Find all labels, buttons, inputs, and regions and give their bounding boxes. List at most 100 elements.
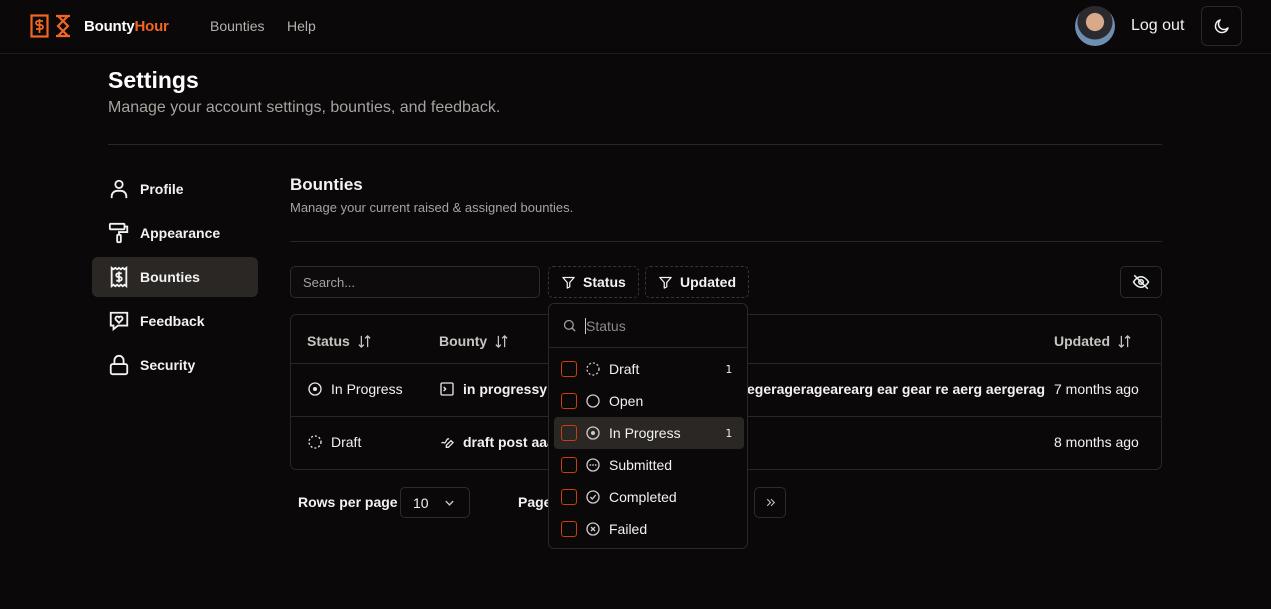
dots-circle-icon: [586, 458, 600, 472]
search-icon: [563, 319, 576, 332]
lock-icon: [109, 354, 129, 376]
eye-off-icon: [1132, 274, 1150, 290]
last-page-button[interactable]: [754, 487, 786, 518]
chevron-down-icon: [445, 500, 454, 506]
sidebar-item-label: Bounties: [140, 269, 200, 285]
option-label: Open: [609, 393, 644, 409]
checkbox[interactable]: [561, 489, 577, 505]
chevrons-right-icon: [766, 498, 775, 507]
rows-per-page-value: 10: [413, 494, 429, 511]
bountyhour-logo-icon: [30, 14, 70, 38]
brand-logo[interactable]: BountyHour: [30, 14, 169, 38]
logout-button[interactable]: Log out: [1131, 17, 1184, 35]
option-label: Completed: [609, 489, 677, 505]
status-filter-button[interactable]: Status: [548, 266, 639, 298]
status-option-draft[interactable]: Draft 1: [554, 353, 744, 385]
sort-icon: [495, 334, 508, 348]
option-label: Failed: [609, 521, 648, 537]
status-filter-label: Status: [583, 274, 626, 290]
page-title: Settings: [108, 67, 199, 93]
column-header-label: Bounty: [439, 333, 488, 349]
sidebar-item-label: Profile: [140, 181, 184, 197]
section-title: Bounties: [290, 175, 363, 194]
filter-icon: [562, 276, 575, 289]
pencil-scribble-icon: [441, 438, 454, 448]
bounty-cell[interactable]: in progressy f: [439, 381, 556, 397]
status-text: Draft: [331, 434, 362, 450]
status-cell: In Progress: [307, 381, 403, 397]
terminal-icon: [440, 382, 454, 396]
updated-cell: 7 months ago: [1054, 381, 1139, 397]
sidebar-item-label: Appearance: [140, 225, 221, 241]
sidebar-item-security[interactable]: Security: [92, 345, 258, 385]
sidebar-item-label: Feedback: [140, 313, 205, 329]
option-label: In Progress: [609, 425, 681, 441]
top-header: BountyHour Bounties Help Log out: [0, 0, 1271, 54]
status-dropdown-search[interactable]: Status: [549, 304, 747, 348]
in-progress-icon: [586, 426, 600, 440]
checkbox[interactable]: [561, 361, 577, 377]
column-header-status[interactable]: Status: [307, 333, 372, 349]
draft-dashed-circle-icon: [308, 435, 322, 449]
status-search-placeholder: Status: [585, 317, 626, 334]
circle-icon: [586, 394, 600, 408]
status-filter-dropdown: Status Draft 1 Open In Progress 1 Submit…: [548, 303, 748, 549]
updated-filter-label: Updated: [680, 274, 736, 290]
brand-name: BountyHour: [84, 18, 169, 35]
column-header-label: Status: [307, 333, 350, 349]
sort-icon: [1118, 334, 1131, 348]
status-option-in-progress[interactable]: In Progress 1: [554, 417, 744, 449]
column-visibility-button[interactable]: [1120, 266, 1162, 298]
sidebar-item-label: Security: [140, 357, 196, 373]
status-option-completed[interactable]: Completed: [554, 481, 744, 513]
nav-help-link[interactable]: Help: [287, 18, 316, 34]
updated-cell: 8 months ago: [1054, 434, 1139, 450]
draft-dashed-circle-icon: [586, 362, 600, 376]
bounty-title: draft post aaa: [463, 434, 555, 450]
updated-filter-button[interactable]: Updated: [645, 266, 749, 298]
status-option-failed[interactable]: Failed: [554, 513, 744, 545]
status-option-submitted[interactable]: Submitted: [554, 449, 744, 481]
receipt-dollar-icon: [110, 266, 128, 288]
check-circle-icon: [586, 490, 600, 504]
bounty-search-input[interactable]: [290, 266, 540, 298]
status-cell: Draft: [307, 434, 361, 450]
bounty-title: in progressy f: [463, 381, 556, 397]
section-divider: [290, 241, 1162, 242]
sidebar-item-bounties[interactable]: Bounties: [92, 257, 258, 297]
paint-roller-icon: [108, 222, 129, 244]
brand-name-part2: Hour: [134, 17, 169, 35]
moon-icon: [1214, 19, 1229, 34]
option-count: 1: [725, 362, 732, 376]
theme-toggle-button[interactable]: [1201, 6, 1242, 46]
section-subtitle: Manage your current raised & assigned bo…: [290, 200, 574, 215]
checkbox[interactable]: [561, 521, 577, 537]
column-header-updated[interactable]: Updated: [1054, 333, 1132, 349]
rows-per-page-select[interactable]: 10: [400, 487, 470, 518]
bounty-cell[interactable]: draft post aaa: [439, 434, 555, 450]
option-count: 1: [725, 426, 732, 440]
brand-name-part1: Bounty: [84, 17, 135, 35]
sidebar-item-feedback[interactable]: Feedback: [92, 301, 258, 341]
user-avatar[interactable]: [1075, 6, 1115, 46]
filter-icon: [659, 276, 672, 289]
sidebar-item-profile[interactable]: Profile: [92, 169, 258, 209]
page-divider: [108, 144, 1162, 145]
user-icon: [110, 179, 128, 199]
checkbox[interactable]: [561, 457, 577, 473]
checkbox[interactable]: [561, 425, 577, 441]
checkbox[interactable]: [561, 393, 577, 409]
option-label: Draft: [609, 361, 640, 377]
status-option-open[interactable]: Open: [554, 385, 744, 417]
x-circle-icon: [586, 522, 600, 536]
page-indicator: Page: [518, 494, 552, 510]
sidebar-item-appearance[interactable]: Appearance: [92, 213, 258, 253]
column-header-bounty[interactable]: Bounty: [439, 333, 509, 349]
bounty-title-overflow: egerageragearearg ear gear re aerg aerge…: [747, 381, 1046, 397]
message-heart-icon: [109, 311, 129, 332]
status-text: In Progress: [331, 381, 403, 397]
rows-per-page-label: Rows per page: [298, 494, 398, 510]
in-progress-icon: [308, 382, 322, 396]
nav-bounties-link[interactable]: Bounties: [210, 18, 264, 34]
sort-icon: [358, 334, 371, 348]
